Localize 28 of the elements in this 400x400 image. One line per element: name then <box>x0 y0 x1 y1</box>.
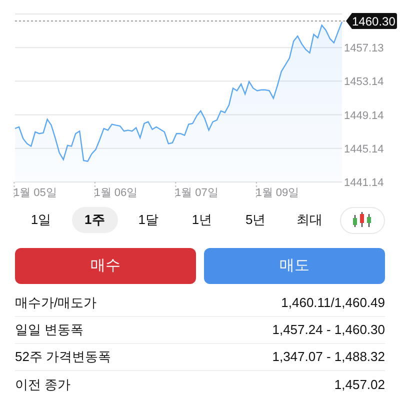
stat-label: 일일 변동폭 <box>15 321 84 340</box>
ref-line-label: 1460.30 <box>352 14 396 28</box>
stat-value: 1,460.11/1,460.49 <box>281 294 385 312</box>
axis-label: 1453.14 <box>344 76 384 88</box>
axis-label: 1445.14 <box>344 143 384 156</box>
chart-type-button[interactable] <box>340 206 385 234</box>
axis-label: 1월 07일 <box>174 187 218 199</box>
range-tab[interactable]: 1주 <box>72 207 118 233</box>
buy-button[interactable]: 매수 <box>15 248 196 284</box>
stat-value: 1,347.07 - 1,488.32 <box>272 348 385 366</box>
stat-value: 1,457.24 - 1,460.30 <box>272 321 385 340</box>
axis-label: 1월 09일 <box>256 187 300 199</box>
range-tab[interactable]: 1달 <box>125 207 172 233</box>
range-tab[interactable]: 5년 <box>232 207 279 233</box>
axis-label: 1월 05일 <box>13 187 57 199</box>
range-tab[interactable]: 1일 <box>18 207 64 233</box>
axis-label: 1457.13 <box>344 42 384 55</box>
axis-label: 1441.14 <box>344 177 384 189</box>
stat-label: 이전 종가 <box>15 376 71 394</box>
axis-label: 1449.14 <box>344 110 384 122</box>
stat-label: 매수가/매도가 <box>15 294 97 312</box>
price-tag: 1460.30 <box>346 12 397 29</box>
stat-value: 1,457.02 <box>334 376 385 394</box>
range-tab[interactable]: 최대 <box>286 207 332 233</box>
range-tab[interactable]: 1년 <box>178 207 225 233</box>
axis-label: 1월 06일 <box>94 187 138 199</box>
stat-label: 52주 가격변동폭 <box>15 348 112 366</box>
candlestick-icon <box>351 211 374 229</box>
